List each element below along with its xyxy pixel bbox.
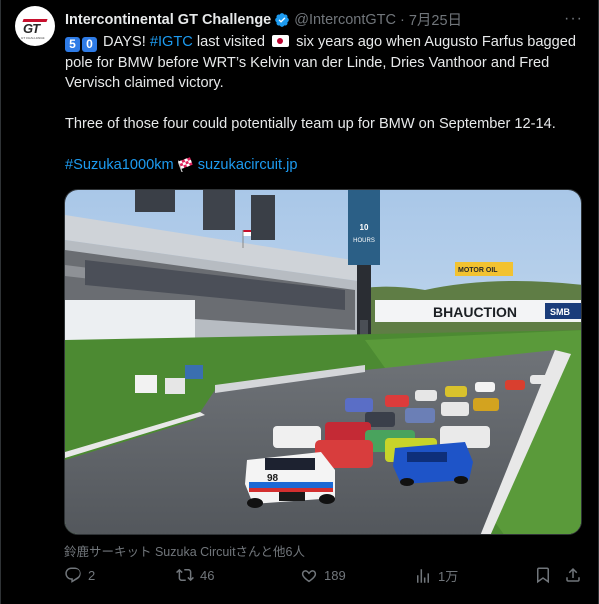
photo-credit[interactable]: 鈴鹿サーキット Suzuka Circuitさんと他6人 xyxy=(64,541,305,560)
hashtag-link[interactable]: #IGTC xyxy=(150,34,193,50)
keycap-digit-icon: 5 xyxy=(65,37,80,52)
tower-text: HOURS xyxy=(353,238,375,244)
views-count: 1万 xyxy=(438,569,459,584)
repost-icon xyxy=(176,568,194,582)
views-chart-icon xyxy=(417,568,429,583)
tweet-date[interactable]: 7月25日 xyxy=(409,9,462,30)
tweet-header: Intercontinental GT Challenge @Intercont… xyxy=(65,9,462,30)
bookmark-icon xyxy=(537,567,549,584)
action-bar: 2 46 189 1万 xyxy=(64,566,584,588)
verified-badge-icon xyxy=(275,12,290,27)
tweet-text-part: DAYS! xyxy=(99,34,150,50)
more-options-icon[interactable]: ··· xyxy=(564,10,583,28)
motor-oil-text: MOTOR OIL xyxy=(458,267,498,274)
separator-dot: · xyxy=(400,11,405,28)
reply-button[interactable]: 2 xyxy=(64,566,95,584)
tweet-text: 50 DAYS! #IGTC last visited six years ag… xyxy=(65,32,585,176)
tower-number: 10 xyxy=(360,223,369,232)
avatar[interactable]: GT GT CHALLENGE xyxy=(15,6,55,46)
japan-flag-icon xyxy=(272,35,290,47)
bookmark-button[interactable] xyxy=(534,566,558,584)
race-photo-illustration: 10 HOURS BHAUCTION SMB MOTOR OIL 98 xyxy=(65,190,581,534)
reply-count: 2 xyxy=(88,567,96,583)
tweet-paragraph-2: Three of those four could potentially te… xyxy=(65,116,556,132)
chequered-flag-icon xyxy=(177,157,193,172)
banner-text: BHAUCTION xyxy=(433,304,517,320)
avatar-logo-text: GT xyxy=(23,21,40,36)
reply-icon xyxy=(65,567,81,583)
like-count: 189 xyxy=(324,567,346,583)
tweet-photo[interactable]: 10 HOURS BHAUCTION SMB MOTOR OIL 98 xyxy=(64,189,582,535)
url-link[interactable]: suzukacircuit.jp xyxy=(198,157,298,173)
car-number: 98 xyxy=(267,473,279,484)
account-handle[interactable]: @IntercontGTC xyxy=(294,12,396,28)
share-icon xyxy=(566,567,580,582)
hashtag-link[interactable]: #Suzuka1000km xyxy=(65,157,174,173)
views-button[interactable]: 1万 xyxy=(414,566,458,585)
repost-count: 46 xyxy=(200,567,215,583)
share-button[interactable] xyxy=(564,566,588,584)
tweet-text-part: last visited xyxy=(192,34,270,50)
repost-button[interactable]: 46 xyxy=(176,566,214,584)
account-name[interactable]: Intercontinental GT Challenge xyxy=(65,12,271,28)
avatar-logo-subtext: GT CHALLENGE xyxy=(21,36,45,40)
heart-icon xyxy=(301,570,317,583)
smb-text: SMB xyxy=(550,307,571,317)
tweet-card[interactable]: GT GT CHALLENGE Intercontinental GT Chal… xyxy=(0,0,599,604)
like-button[interactable]: 189 xyxy=(300,566,346,584)
keycap-digit-icon: 0 xyxy=(82,37,97,52)
